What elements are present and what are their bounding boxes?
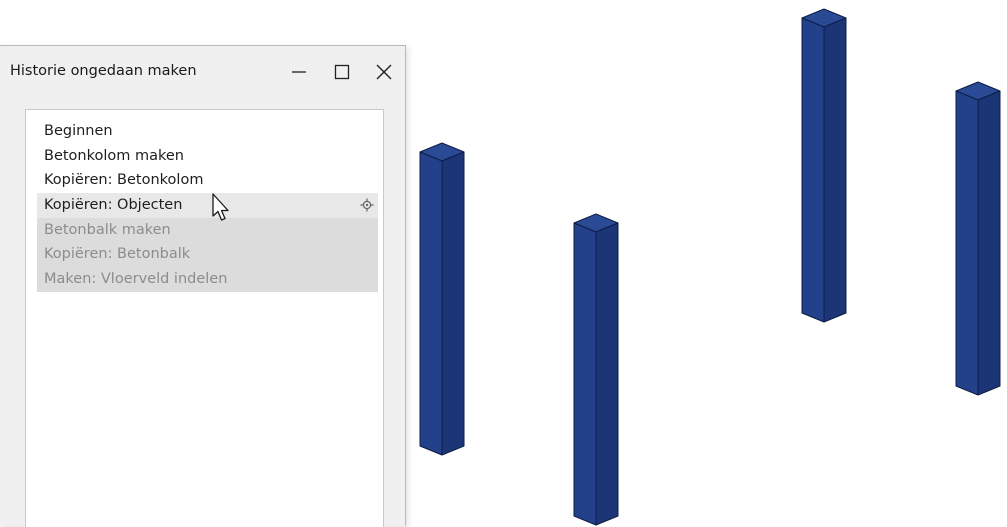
model-viewport[interactable]: Historie ongedaan maken Beginnen Betonko… [0,0,1007,527]
maximize-button[interactable] [326,56,358,88]
undo-history-window: Historie ongedaan maken Beginnen Betonko… [0,45,406,527]
minimize-button[interactable] [283,56,315,88]
mouse-cursor-icon [212,193,229,221]
close-button[interactable] [368,56,400,88]
history-item-undone[interactable]: Maken: Vloerveld indelen [37,267,378,292]
history-item-label: Maken: Vloerveld indelen [44,271,228,287]
maximize-icon [334,64,350,80]
target-pin-icon[interactable] [360,198,374,212]
history-item-label: Kopiëren: Betonkolom [44,172,204,188]
history-item-label: Beginnen [44,123,113,139]
concrete-column-1[interactable] [419,142,465,456]
history-item-label: Betonbalk maken [44,222,171,238]
window-title: Historie ongedaan maken [10,63,197,79]
close-icon [376,64,392,80]
history-item-undone[interactable]: Kopiëren: Betonbalk [37,242,378,267]
minimize-icon [292,71,306,73]
window-titlebar[interactable]: Historie ongedaan maken [0,46,405,98]
concrete-column-2[interactable] [573,213,619,526]
history-item-label: Betonkolom maken [44,148,185,164]
history-item[interactable]: Kopiëren: Betonkolom [37,168,378,193]
history-item-label: Kopiëren: Objecten [44,197,183,213]
concrete-column-4[interactable] [955,81,1001,396]
history-item-label: Kopiëren: Betonbalk [44,246,191,262]
history-item[interactable]: Beginnen [37,119,378,144]
concrete-column-3[interactable] [801,8,847,323]
history-item-current[interactable]: Kopiëren: Objecten [37,193,378,218]
history-item[interactable]: Betonkolom maken [37,144,378,169]
history-item-undone[interactable]: Betonbalk maken [37,218,378,243]
history-list[interactable]: Beginnen Betonkolom maken Kopiëren: Beto… [25,109,384,527]
